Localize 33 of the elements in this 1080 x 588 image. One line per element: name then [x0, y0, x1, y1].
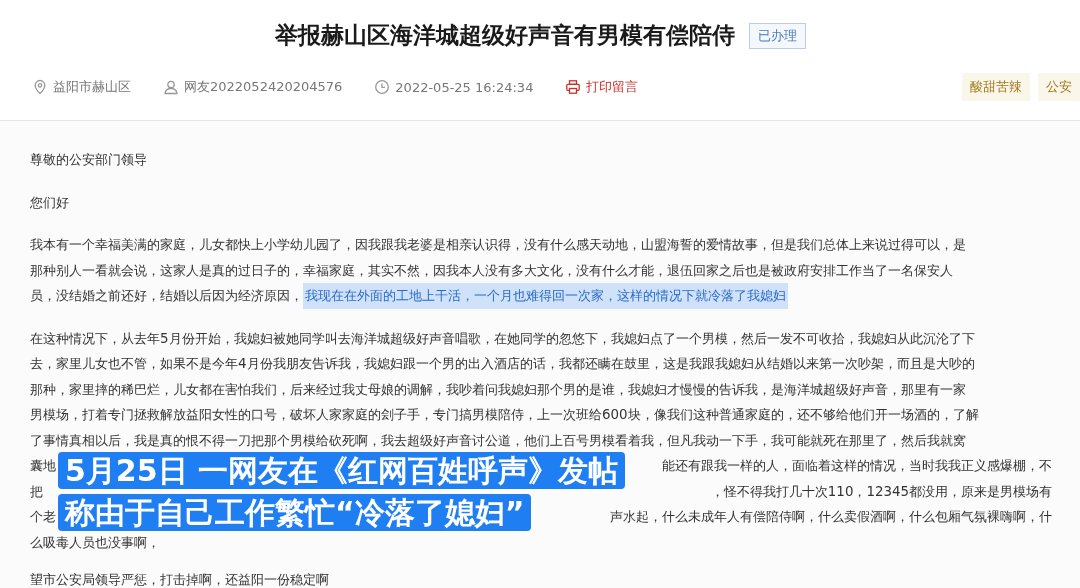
printer-icon[interactable]: [565, 79, 582, 95]
letter-text: 那种别人一看就会说，这家人是真的过日子的，幸福家庭，其实不然，因我本人没有多大文化，没有什么才能，退伍回家之后也是被政府安排工作当了一名保安人: [30, 261, 953, 280]
letter-text: 声水起，什么未成年人有偿陪侍啊，什么卖假酒啊，什么包厢气氛裸嗨啊，什: [610, 508, 1052, 526]
letter-text: 您们好: [30, 193, 69, 212]
category-tag[interactable]: 公安: [1038, 73, 1080, 101]
letter-text: 员，没结婚之前还好，结婚以后因为经济原因，: [30, 287, 303, 305]
location-pin-icon: [32, 79, 48, 95]
letter-text: 望市公安局领导严惩，打击掉啊，还益阳一份稳定啊: [30, 572, 329, 588]
letter-text: 了事情真相以后，我是真的恨不得一刀把那个男模给砍死啊，我去超级好声音讨公道，他们上百号男模看着我，但凡我动一下手，我可能就死在那里了，然后我就窝: [30, 431, 966, 450]
video-caption: 5月25日 一网友在《红网百姓呼声》发帖: [58, 452, 626, 489]
letter-text: 囊地: [30, 457, 56, 475]
meta-text: 2022-05-25 16:24:34: [395, 79, 534, 95]
letter-text: 么吸毒人员也没事啊，: [30, 533, 160, 552]
letter-text: 能还有跟我一样的人，面临着这样的情况，当时我我正义感爆棚，不: [662, 457, 1052, 475]
letter-text: 我本有一个幸福美满的家庭，儿女都快上小学幼儿园了，因我跟我老婆是相亲认识得，没有什么感天动地，山盟海誓的爱情故事，但是我们总体上来说过得可以，是: [30, 236, 966, 254]
letter-text: 尊敬的公安部门领导: [30, 151, 147, 169]
letter-text: 去，家里儿女也不管，如果不是今年4月份我朋友告诉我，我媳妇跟一个男的出入酒店的话，我都还瞒在鼓里，这是我跟我媳妇从结婚以来第一次吵架，而且是大吵的: [30, 355, 975, 373]
selected-text: 我现在在外面的工地上干活，一个月也难得回一次家，这样的情况下就冷落了我媳妇: [303, 283, 788, 309]
meta-text: 益阳市赫山区: [53, 78, 131, 96]
page-title: 举报赫山区海洋城超级好声音有男模有偿陪侍: [274, 21, 735, 50]
print-link[interactable]: 打印留言: [586, 78, 639, 96]
letter-text: ，怪不得我打几十次110，12345都没用，原来是男模场有: [710, 482, 1052, 501]
status-badge: 已办理: [748, 22, 806, 49]
letter-text: 在这种情况下，从去年5月份开始，我媳妇被她同学叫去海洋城超级好声音唱歌，在她同学的忽悠下，我媳妇点了一个男模，然后一发不可收拾，我媳妇从此沉沦了下: [30, 329, 975, 348]
video-caption: 称由于自己工作繁忙“冷落了媳妇”: [58, 494, 532, 531]
user-icon: [163, 79, 179, 95]
letter-text: 男模场，打着专门拯救解放益阳女性的口号，破坏人家家庭的刽子手，专门搞男模陪侍，上一次班给600块，像我们这种普通家庭的，还不够给他们开一场酒的，了解: [30, 406, 979, 424]
meta-text: 网友2022052420204576: [184, 78, 343, 96]
letter-text: 那种，家里摔的稀巴烂，儿女都在害怕我们，后来经过我丈母娘的调解，我吵着问我媳妇那个男的是谁，我媳妇才慢慢的告诉我，是海洋城超级好声音，那里有一家: [30, 380, 966, 399]
category-tag[interactable]: 酸甜苦辣: [962, 73, 1030, 101]
letter-text: 个老: [30, 508, 56, 526]
clock-icon: [374, 79, 391, 95]
letter-text: 把: [30, 482, 43, 501]
